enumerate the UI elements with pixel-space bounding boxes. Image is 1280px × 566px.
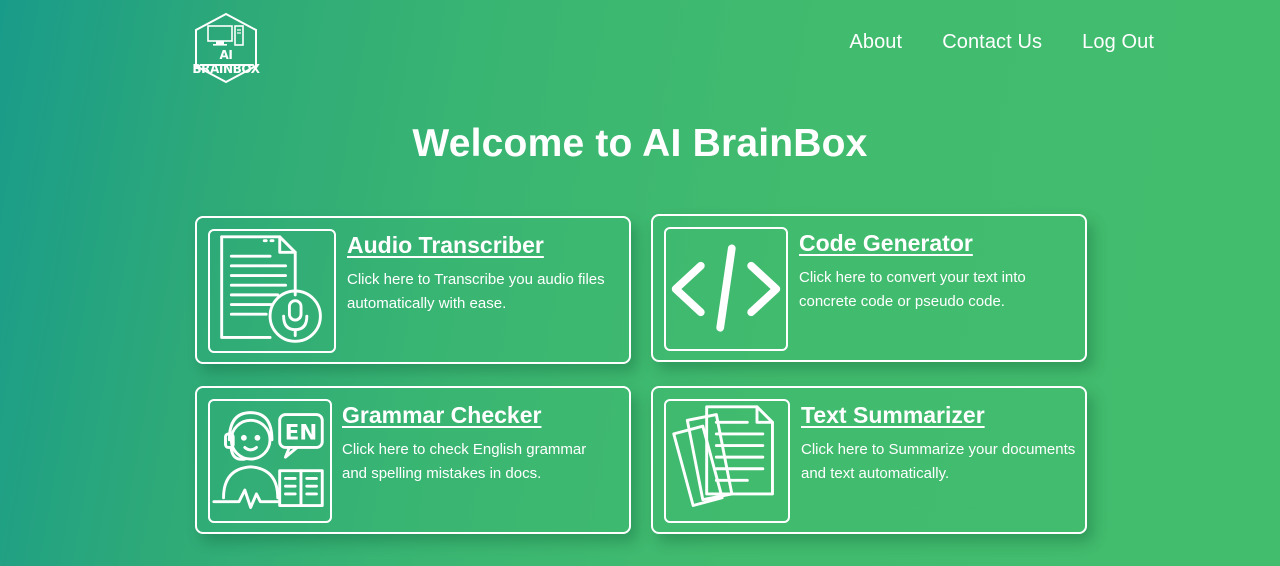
grammar-checker-card[interactable]: EN Grammar Checker Click here to check E… xyxy=(195,386,631,534)
audio-transcriber-title[interactable]: Audio Transcriber xyxy=(347,232,544,259)
documents-stack-icon xyxy=(664,399,790,523)
code-generator-title[interactable]: Code Generator xyxy=(799,230,973,257)
code-generator-description: Click here to convert your text into con… xyxy=(799,269,1026,310)
audio-transcript-icon xyxy=(208,229,336,353)
top-nav: About Contact Us Log Out xyxy=(849,31,1154,54)
grammar-student-icon: EN xyxy=(208,399,332,523)
logo-text: AI BRAINBOX xyxy=(192,48,260,76)
text-summarizer-title[interactable]: Text Summarizer xyxy=(801,402,985,429)
nav-about-link[interactable]: About xyxy=(849,31,902,54)
text-summarizer-description: Click here to Summarize your documents a… xyxy=(801,441,1076,482)
grammar-checker-description: Click here to check English grammar and … xyxy=(342,441,587,482)
svg-text:EN: EN xyxy=(285,421,317,446)
page-title: Welcome to AI BrainBox xyxy=(412,122,868,165)
nav-logout-link[interactable]: Log Out xyxy=(1082,31,1154,54)
logo[interactable]: AI BRAINBOX xyxy=(186,12,266,84)
audio-transcriber-card[interactable]: Audio Transcriber Click here to Transcri… xyxy=(195,216,631,364)
text-summarizer-card[interactable]: Text Summarizer Click here to Summarize … xyxy=(651,386,1087,534)
code-brackets-icon xyxy=(664,227,788,351)
audio-transcriber-description: Click here to Transcribe you audio files… xyxy=(347,271,605,312)
page: AI BRAINBOX About Contact Us Log Out Wel… xyxy=(0,0,1280,566)
nav-contact-link[interactable]: Contact Us xyxy=(942,31,1042,54)
grammar-checker-title[interactable]: Grammar Checker xyxy=(342,402,541,429)
code-generator-card[interactable]: Code Generator Click here to convert you… xyxy=(651,214,1087,362)
